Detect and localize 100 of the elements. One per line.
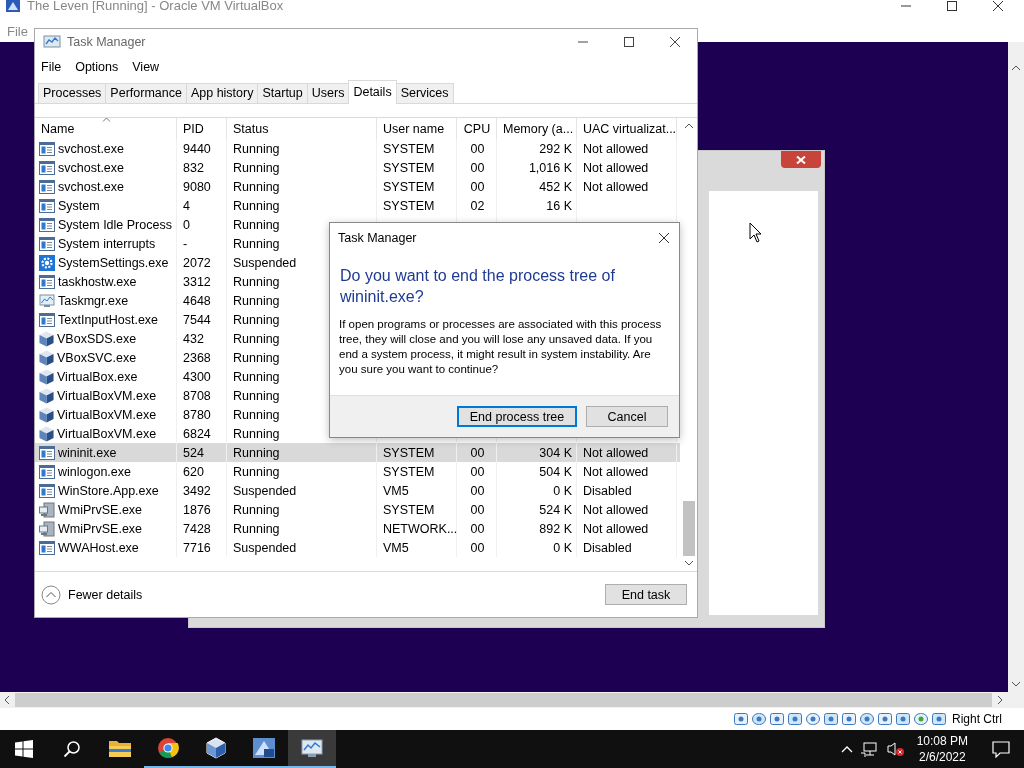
user-cell: NETWORK... xyxy=(383,521,458,536)
pid-cell: 1876 xyxy=(183,502,211,517)
scroll-thumb[interactable] xyxy=(682,501,695,556)
chevron-up-icon xyxy=(41,584,61,605)
scroll-down-icon[interactable] xyxy=(683,560,694,567)
cube-icon xyxy=(205,737,227,759)
taskbar-app[interactable] xyxy=(288,730,336,768)
pid-cell: 4300 xyxy=(183,369,211,384)
table-row[interactable]: winlogon.exe 620 Running SYSTEM 00 504 K Not allowed xyxy=(35,462,680,481)
close-button[interactable] xyxy=(781,151,821,168)
column-header[interactable]: User name xyxy=(377,118,457,139)
user-cell: SYSTEM xyxy=(383,141,435,156)
process-name: winlogon.exe xyxy=(58,464,131,479)
status-cell: Running xyxy=(233,426,280,441)
end-task-button[interactable]: End task xyxy=(605,584,687,605)
scroll-down-icon[interactable] xyxy=(1011,680,1021,688)
window-icon xyxy=(39,540,55,555)
tab[interactable]: Startup xyxy=(257,83,308,103)
scrollbar[interactable] xyxy=(1008,42,1024,692)
status-cell: Running xyxy=(233,502,280,517)
status-cell: Running xyxy=(233,369,280,384)
cube-icon xyxy=(39,330,54,347)
cpu-cell: 00 xyxy=(470,483,485,498)
tab[interactable]: Processes xyxy=(38,83,107,103)
pid-cell: 3492 xyxy=(183,483,211,498)
chevron-up-icon[interactable] xyxy=(840,745,853,753)
pid-cell: 7716 xyxy=(183,540,211,555)
uac-cell: Not allowed xyxy=(583,141,649,156)
column-header[interactable]: Name xyxy=(35,118,177,139)
user-cell: SYSTEM xyxy=(383,198,435,213)
pid-cell: 832 xyxy=(183,160,204,175)
menu-item[interactable]: View xyxy=(132,60,160,74)
tab[interactable]: Services xyxy=(395,83,454,103)
clock-time[interactable]: 10:08 PM xyxy=(916,733,968,749)
table-row[interactable]: WinStore.App.exe 3492 Suspended VM5 00 0 K Disabled xyxy=(35,481,680,500)
table-row[interactable]: wininit.exe 524 Running SYSTEM 00 304 K Not allowed xyxy=(35,443,680,462)
cancel-button[interactable]: Cancel xyxy=(586,406,668,427)
close-icon[interactable] xyxy=(992,0,1004,12)
maximize-icon[interactable] xyxy=(623,36,635,48)
maximize-icon[interactable] xyxy=(946,0,958,12)
close-icon[interactable] xyxy=(658,232,670,244)
window-icon xyxy=(39,198,55,213)
table-row[interactable]: WmiPrvSE.exe 7428 Running NETWORK... 00 892 K Not allowed xyxy=(35,519,680,538)
tab[interactable]: App history xyxy=(185,83,259,103)
process-name: WWAHost.exe xyxy=(58,540,139,555)
pid-cell: 9440 xyxy=(183,141,211,156)
task-manager-icon xyxy=(43,34,61,50)
scroll-up-icon[interactable] xyxy=(683,122,694,129)
column-header[interactable]: PID xyxy=(177,118,227,139)
process-name: TextInputHost.exe xyxy=(58,312,159,327)
table-row[interactable]: WWAHost.exe 7716 Suspended VM5 00 0 K Disabled xyxy=(35,538,680,557)
menu-item[interactable]: File xyxy=(41,60,62,74)
process-name: taskhostw.exe xyxy=(58,274,137,289)
end-process-tree-button[interactable]: End process tree xyxy=(457,406,577,427)
scroll-right-icon[interactable] xyxy=(996,695,1004,705)
scrollbar[interactable] xyxy=(0,692,1024,708)
column-header[interactable]: Status xyxy=(227,118,377,139)
uac-cell: Not allowed xyxy=(583,464,649,479)
process-name: VBoxSDS.exe xyxy=(57,331,137,346)
clock-date[interactable]: 2/6/2022 xyxy=(918,749,966,765)
notification-icon[interactable] xyxy=(992,740,1010,758)
cpu-cell: 00 xyxy=(470,160,485,175)
column-header[interactable]: Memory (a... xyxy=(497,118,577,139)
window-icon xyxy=(39,312,55,327)
table-row[interactable]: System 4 Running SYSTEM 02 16 K xyxy=(35,196,680,215)
cpu-cell: 02 xyxy=(470,198,485,213)
status-cell: Suspended xyxy=(233,540,297,555)
search-icon xyxy=(63,740,81,758)
memory-cell: 304 K xyxy=(539,445,572,460)
user-cell: SYSTEM xyxy=(383,502,435,517)
column-header[interactable]: UAC virtualizat... xyxy=(577,118,677,139)
column-header[interactable]: CPU xyxy=(457,118,497,139)
pid-cell: 4648 xyxy=(183,293,211,308)
uac-cell: Not allowed xyxy=(583,179,649,194)
memory-cell: 892 K xyxy=(539,521,572,536)
process-name: System interrupts xyxy=(58,236,156,251)
fewer-details-button[interactable]: Fewer details xyxy=(41,584,143,605)
tab[interactable]: Users xyxy=(306,83,350,103)
window-title: Task Manager xyxy=(67,35,146,49)
scroll-up-icon[interactable] xyxy=(1011,64,1021,72)
dialog-message: If open programs or processes are associated with this process tree, they will close and you will lose any unsaved data. If you end a system process, it might result in system instability. Are you sure you want to continue? xyxy=(338,317,663,377)
menu-item[interactable]: Options xyxy=(75,60,119,74)
status-cell: Running xyxy=(233,236,280,251)
speaker-muted-icon[interactable] xyxy=(886,741,905,757)
menu-item[interactable]: File xyxy=(7,23,28,39)
close-icon[interactable] xyxy=(669,36,681,48)
gear-icon xyxy=(39,254,55,271)
table-row[interactable]: svchost.exe 9440 Running SYSTEM 00 292 K Not allowed xyxy=(35,139,680,158)
cpu-cell: 00 xyxy=(470,445,485,460)
status-cell: Running xyxy=(233,521,280,536)
status-cell: Running xyxy=(233,445,280,460)
process-name: VirtualBoxVM.exe xyxy=(57,388,157,403)
user-cell: VM5 xyxy=(383,540,409,555)
tab[interactable]: Details xyxy=(348,80,397,104)
table-row[interactable]: svchost.exe 832 Running SYSTEM 00 1,016 K Not allowed xyxy=(35,158,680,177)
table-row[interactable]: WmiPrvSE.exe 1876 Running SYSTEM 00 524 K Not allowed xyxy=(35,500,680,519)
table-row[interactable]: svchost.exe 9080 Running SYSTEM 00 452 K Not allowed xyxy=(35,177,680,196)
tab[interactable]: Performance xyxy=(105,83,187,103)
scroll-left-icon[interactable] xyxy=(3,695,11,705)
user-cell: SYSTEM xyxy=(383,160,435,175)
